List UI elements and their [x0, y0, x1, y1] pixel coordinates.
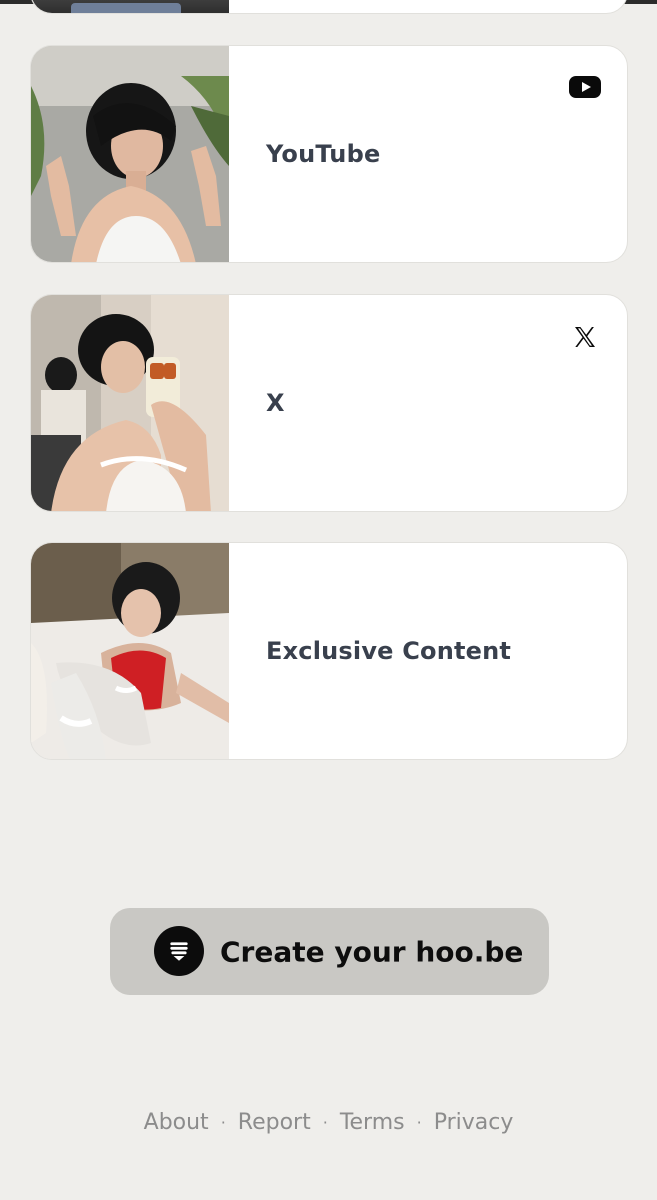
- x-icon: [573, 325, 597, 349]
- photo-thumbnail-exclusive: [31, 543, 229, 759]
- link-card-label: X: [266, 389, 285, 417]
- link-card-thumbnail: [31, 543, 229, 759]
- link-card-label: Exclusive Content: [266, 637, 512, 665]
- youtube-icon: [569, 76, 601, 98]
- footer-link-about[interactable]: About: [144, 1110, 209, 1135]
- footer-separator: ·: [322, 1113, 328, 1132]
- create-hoobe-button[interactable]: Create your hoo.be: [110, 908, 549, 995]
- footer-separator: ·: [220, 1113, 226, 1132]
- link-card-label: YouTube: [266, 140, 381, 168]
- photo-thumbnail-x: [31, 295, 229, 511]
- hoobe-logo-icon: [154, 926, 204, 976]
- footer-links: About · Report · Terms · Privacy: [0, 1110, 657, 1135]
- create-hoobe-label: Create your hoo.be: [220, 935, 524, 968]
- link-card-exclusive-content[interactable]: Exclusive Content: [30, 542, 628, 760]
- link-card-partial[interactable]: [30, 0, 628, 14]
- footer-link-privacy[interactable]: Privacy: [434, 1110, 514, 1135]
- profile-page: YouTube X Exclusive Content Create your …: [0, 0, 657, 1200]
- link-card-thumbnail: [31, 46, 229, 262]
- photo-thumbnail-youtube: [31, 46, 229, 262]
- footer-separator: ·: [416, 1113, 422, 1132]
- link-card-x[interactable]: X: [30, 294, 628, 512]
- footer-link-report[interactable]: Report: [238, 1110, 311, 1135]
- link-card-thumbnail: [31, 0, 229, 13]
- link-card-youtube[interactable]: YouTube: [30, 45, 628, 263]
- footer-link-terms[interactable]: Terms: [340, 1110, 405, 1135]
- link-card-thumbnail: [31, 295, 229, 511]
